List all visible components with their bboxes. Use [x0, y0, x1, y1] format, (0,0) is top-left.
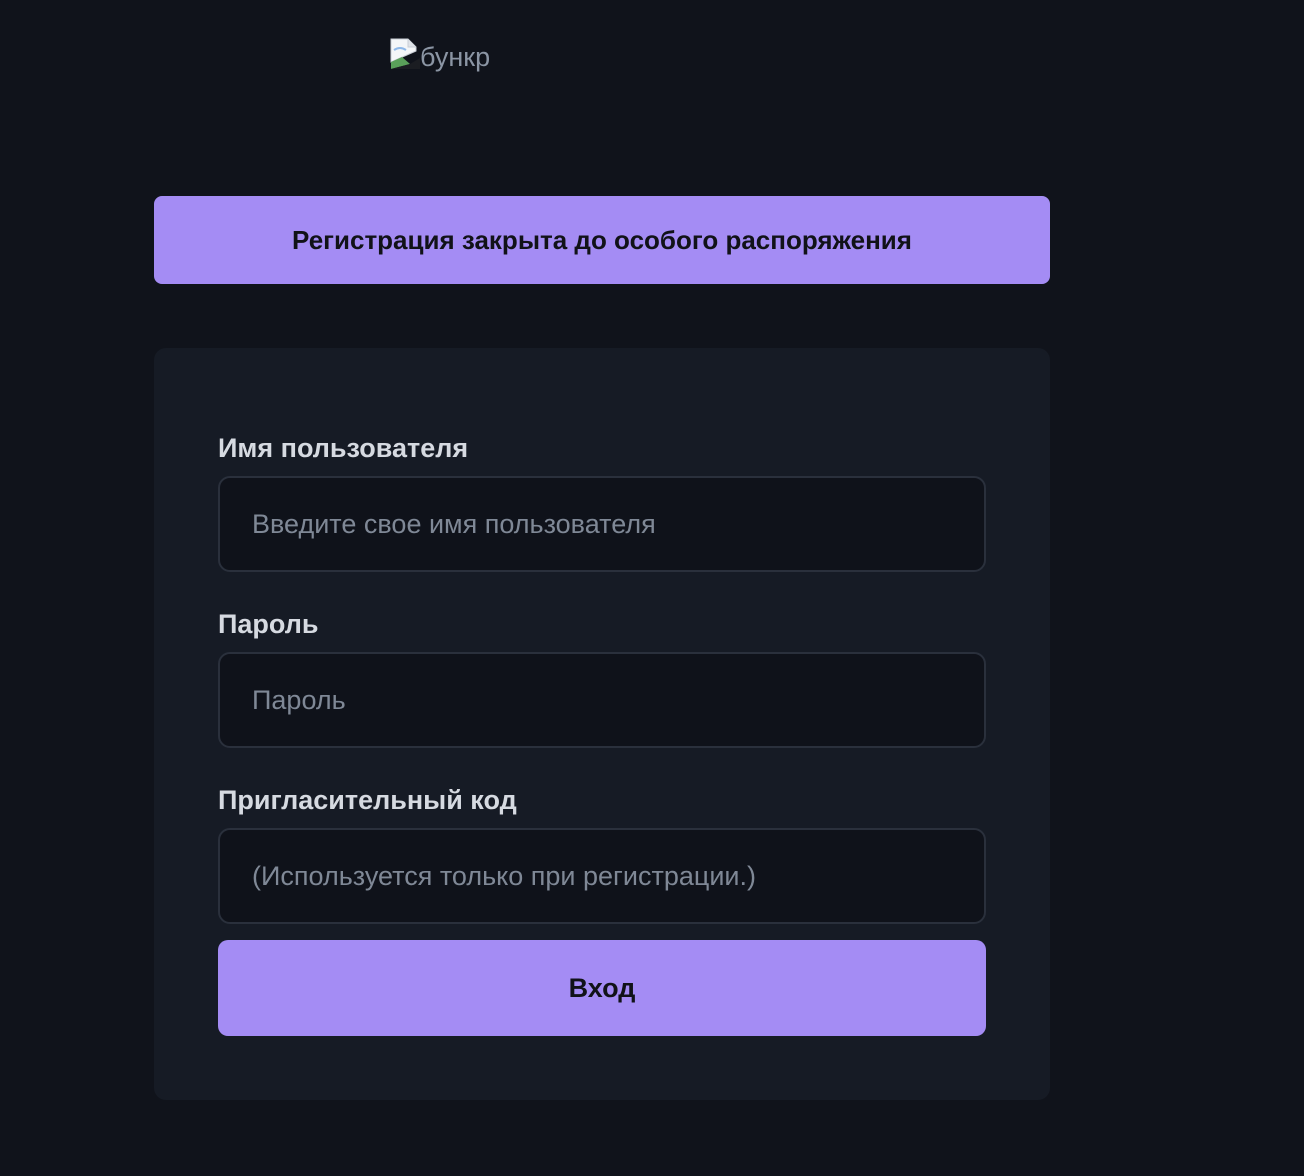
broken-image-icon — [390, 38, 422, 70]
username-input[interactable] — [218, 476, 986, 572]
login-form-card: Имя пользователя Пароль Пригласительный … — [154, 348, 1050, 1100]
invite-code-input[interactable] — [218, 828, 986, 924]
password-input[interactable] — [218, 652, 986, 748]
registration-closed-banner: Регистрация закрыта до особого распоряже… — [154, 196, 1050, 284]
login-button[interactable]: Вход — [218, 940, 986, 1036]
banner-text: Регистрация закрыта до особого распоряже… — [292, 224, 912, 255]
username-label: Имя пользователя — [218, 433, 469, 463]
logo — [390, 36, 422, 72]
invite-code-label: Пригласительный код — [218, 785, 517, 815]
logo-alt-text: бункр — [420, 42, 491, 72]
password-label: Пароль — [218, 609, 319, 639]
